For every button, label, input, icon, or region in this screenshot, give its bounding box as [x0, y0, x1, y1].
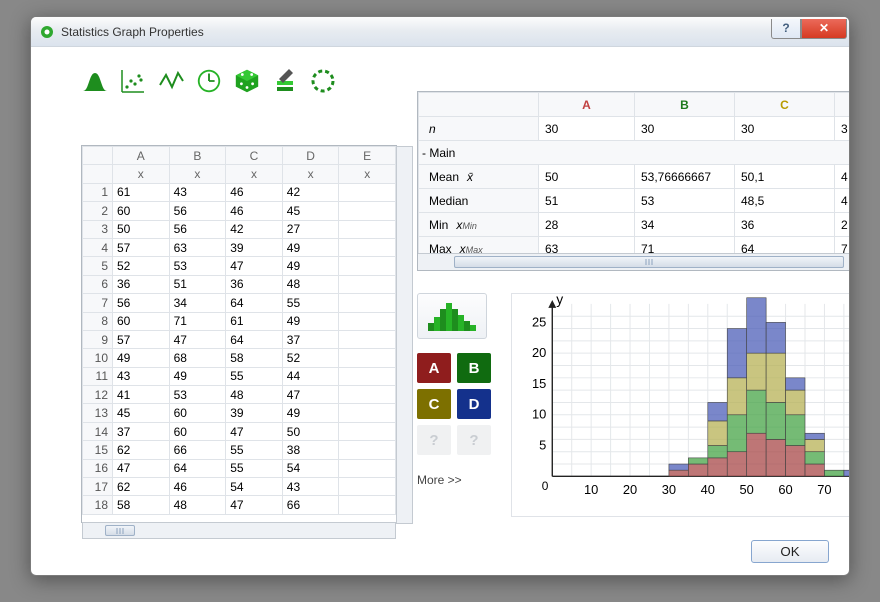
distribution-icon[interactable]	[81, 67, 109, 95]
svg-text:25: 25	[532, 314, 546, 329]
table-row[interactable]: 1437604750	[83, 422, 396, 440]
dataset-toggle-D[interactable]: D	[457, 389, 491, 419]
col-header-D[interactable]: D	[282, 147, 339, 165]
table-row[interactable]: 1143495544	[83, 367, 396, 385]
stats-table[interactable]: A B C n 30 30 30 3 - Main Meanx̄ 50 53,7…	[418, 92, 850, 261]
chart-type-toolbar	[81, 67, 337, 95]
svg-text:20: 20	[623, 482, 637, 497]
svg-text:30: 30	[662, 482, 676, 497]
svg-text:15: 15	[532, 376, 546, 391]
table-row[interactable]: 860716149	[83, 312, 396, 330]
dataset-toggle-B[interactable]: B	[457, 353, 491, 383]
table-row[interactable]: 636513648	[83, 275, 396, 293]
ok-button[interactable]: OK	[751, 540, 829, 563]
svg-text:50: 50	[740, 482, 754, 497]
line-icon[interactable]	[157, 67, 185, 95]
dataset-toggle-empty1[interactable]: ?	[417, 425, 451, 455]
svg-text:70: 70	[817, 482, 831, 497]
table-row[interactable]: 350564227	[83, 220, 396, 238]
table-row[interactable]: 1647645554	[83, 459, 396, 477]
table-row[interactable]: 957476437	[83, 330, 396, 348]
table-row[interactable]: 1049685852	[83, 349, 396, 367]
data-table-pane: A B C D E x x x x x 16143464226056464535…	[81, 145, 397, 523]
table-row[interactable]: 457633949	[83, 238, 396, 256]
histogram-chart[interactable]: 510152025102030405060700xy	[511, 293, 850, 517]
scatter-icon[interactable]	[119, 67, 147, 95]
table-row[interactable]: 260564645	[83, 202, 396, 220]
data-vscroll[interactable]	[396, 146, 413, 524]
svg-text:y: y	[556, 294, 563, 307]
dataset-toggle-empty2[interactable]: ?	[457, 425, 491, 455]
stats-pane: A B C n 30 30 30 3 - Main Meanx̄ 50 53,7…	[417, 91, 850, 271]
stats-col-C[interactable]: C	[735, 93, 835, 117]
data-table[interactable]: A B C D E x x x x x 16143464226056464535…	[82, 146, 396, 515]
stats-main-group[interactable]: - Main	[419, 141, 851, 165]
target-icon[interactable]	[309, 67, 337, 95]
stats-col-B[interactable]: B	[635, 93, 735, 117]
help-button[interactable]: ?	[771, 19, 801, 39]
svg-text:40: 40	[701, 482, 715, 497]
dataset-toggle-C[interactable]: C	[417, 389, 451, 419]
table-row[interactable]: 1562665538	[83, 441, 396, 459]
table-row[interactable]: 756346455	[83, 294, 396, 312]
col-header-E[interactable]: E	[339, 147, 396, 165]
col-header-B[interactable]: B	[169, 147, 226, 165]
data-hscroll[interactable]	[82, 522, 396, 539]
table-row[interactable]: 1858484766	[83, 496, 396, 514]
edit-icon[interactable]	[271, 67, 299, 95]
table-row[interactable]: 1345603949	[83, 404, 396, 422]
svg-text:5: 5	[539, 438, 546, 453]
more-link[interactable]: More >>	[417, 473, 513, 487]
table-row[interactable]: 1762465443	[83, 478, 396, 496]
svg-text:10: 10	[584, 482, 598, 497]
col-header-A[interactable]: A	[113, 147, 170, 165]
dice-icon[interactable]	[233, 67, 261, 95]
col-header-C[interactable]: C	[226, 147, 283, 165]
table-row[interactable]: 161434642	[83, 183, 396, 201]
app-icon	[39, 24, 55, 40]
svg-text:0: 0	[542, 479, 549, 493]
stats-col-A[interactable]: A	[539, 93, 635, 117]
dialog-window: Statistics Graph Properties ? ✕ A B C D …	[30, 16, 850, 576]
clock-icon[interactable]	[195, 67, 223, 95]
table-row[interactable]: 552534749	[83, 257, 396, 275]
table-row[interactable]: 1241534847	[83, 386, 396, 404]
viz-pane: A B C D ? ? More >> 5 10 15 20 25 10 20 30 40 50 6…	[417, 293, 850, 527]
window-title: Statistics Graph Properties	[61, 25, 771, 39]
close-button[interactable]: ✕	[801, 19, 847, 39]
titlebar[interactable]: Statistics Graph Properties ? ✕	[31, 17, 849, 47]
svg-text:60: 60	[778, 482, 792, 497]
svg-text:20: 20	[532, 345, 546, 360]
svg-text:10: 10	[532, 407, 546, 422]
histogram-button[interactable]	[417, 293, 487, 339]
dataset-toggle-A[interactable]: A	[417, 353, 451, 383]
stats-hscroll[interactable]	[418, 253, 850, 270]
